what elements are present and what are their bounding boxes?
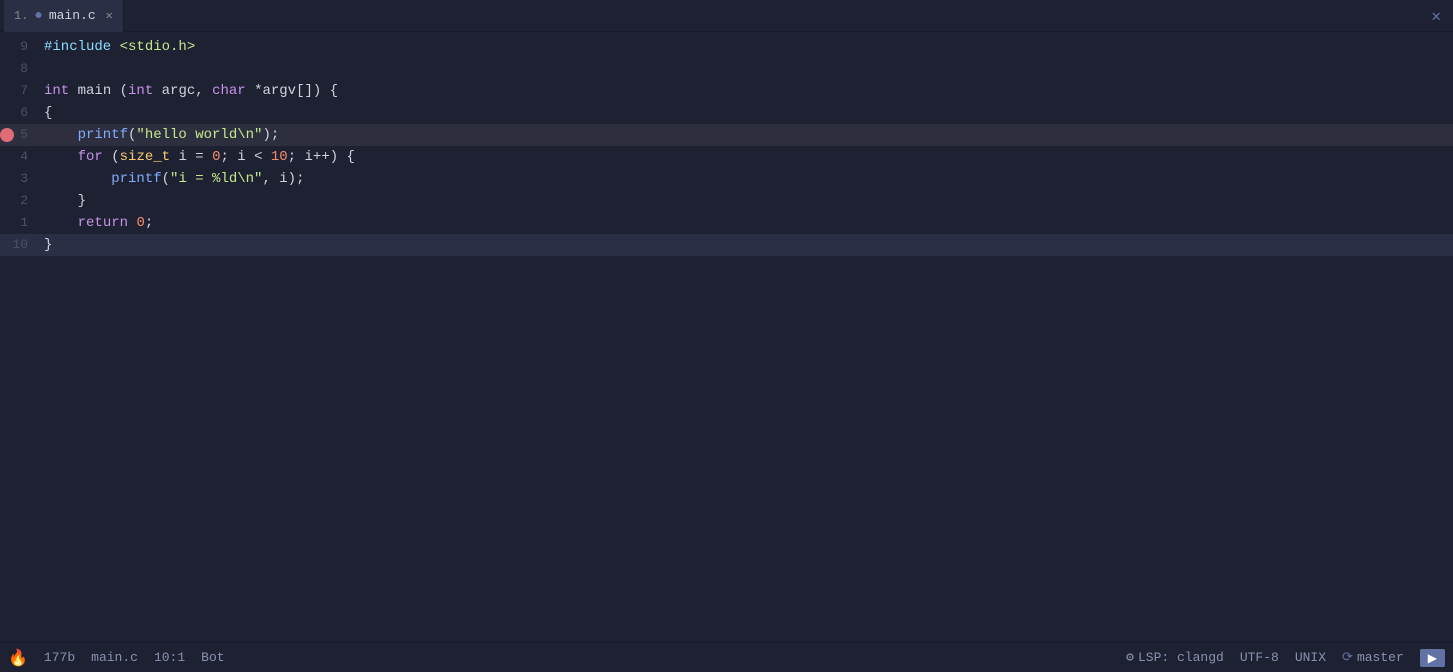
lsp-icon: ⚙ bbox=[1126, 650, 1134, 665]
line-number-7: 7 bbox=[0, 80, 40, 102]
code-line-2: 2 } bbox=[0, 190, 1453, 212]
line-content-8 bbox=[40, 58, 52, 80]
line-content-9: #include <stdio.h> bbox=[40, 36, 195, 58]
code-line-1: 1 return 0; bbox=[0, 212, 1453, 234]
line-content-3: printf("i = %ld\n", i); bbox=[40, 168, 304, 190]
code-line-6: 6 { bbox=[0, 102, 1453, 124]
editor-area: 9 #include <stdio.h> 8 7 int main (int a… bbox=[0, 32, 1453, 642]
status-encoding: UTF-8 bbox=[1240, 650, 1279, 665]
status-position: 10:1 bbox=[154, 650, 185, 665]
status-line-ending: UNIX bbox=[1295, 650, 1326, 665]
code-line-3: 3 printf("i = %ld\n", i); bbox=[0, 168, 1453, 190]
line-content-10: } bbox=[40, 234, 52, 256]
close-window-button[interactable]: ✕ bbox=[1427, 2, 1445, 30]
line-content-7: int main (int argc, char *argv[]) { bbox=[40, 80, 338, 102]
tab-dot-icon: ● bbox=[34, 8, 42, 24]
line-number-2: 2 bbox=[0, 190, 40, 212]
line-number-3: 3 bbox=[0, 168, 40, 190]
code-line-9: 9 #include <stdio.h> bbox=[0, 36, 1453, 58]
status-bar-right: ⚙ LSP: clangd UTF-8 UNIX ⟳ master ▶ bbox=[1126, 649, 1445, 667]
line-number-10: 10 bbox=[0, 234, 40, 256]
line-content-1: return 0; bbox=[40, 212, 153, 234]
status-lsp: ⚙ LSP: clangd bbox=[1126, 650, 1224, 665]
status-filename: main.c bbox=[91, 650, 138, 665]
tab-close-button[interactable]: ✕ bbox=[106, 8, 113, 23]
status-end-button[interactable]: ▶ bbox=[1420, 649, 1445, 667]
code-line-4: 4 for (size_t i = 0; i < 10; i++) { bbox=[0, 146, 1453, 168]
lsp-label: LSP: clangd bbox=[1138, 650, 1224, 665]
status-mode: Bot bbox=[201, 650, 224, 665]
line-number-8: 8 bbox=[0, 58, 40, 80]
line-content-4: for (size_t i = 0; i < 10; i++) { bbox=[40, 146, 355, 168]
tab-number: 1. bbox=[14, 9, 28, 23]
line-content-6: { bbox=[40, 102, 52, 124]
code-line-8: 8 bbox=[0, 58, 1453, 80]
line-number-6: 6 bbox=[0, 102, 40, 124]
tab-filename: main.c bbox=[49, 8, 96, 23]
line-content-5: printf("hello world\n"); bbox=[40, 124, 279, 146]
line-number-4: 4 bbox=[0, 146, 40, 168]
flame-icon: 🔥 bbox=[8, 648, 28, 668]
code-area: 9 #include <stdio.h> 8 7 int main (int a… bbox=[0, 36, 1453, 256]
tab-main-c[interactable]: 1. ● main.c ✕ bbox=[4, 0, 124, 32]
breakpoint-icon bbox=[0, 128, 14, 142]
status-size: 177b bbox=[44, 650, 75, 665]
code-line-7: 7 int main (int argc, char *argv[]) { bbox=[0, 80, 1453, 102]
branch-name: master bbox=[1357, 650, 1404, 665]
code-line-5: 5 printf("hello world\n"); bbox=[0, 124, 1453, 146]
branch-icon: ⟳ bbox=[1342, 650, 1353, 665]
status-bar: 🔥 177b main.c 10:1 Bot ⚙ LSP: clangd UTF… bbox=[0, 642, 1453, 672]
status-branch: ⟳ master bbox=[1342, 650, 1404, 665]
line-content-2: } bbox=[40, 190, 86, 212]
line-number-1: 1 bbox=[0, 212, 40, 234]
code-line-10: 10 } bbox=[0, 234, 1453, 256]
tab-bar: 1. ● main.c ✕ ✕ bbox=[0, 0, 1453, 32]
line-number-9: 9 bbox=[0, 36, 40, 58]
